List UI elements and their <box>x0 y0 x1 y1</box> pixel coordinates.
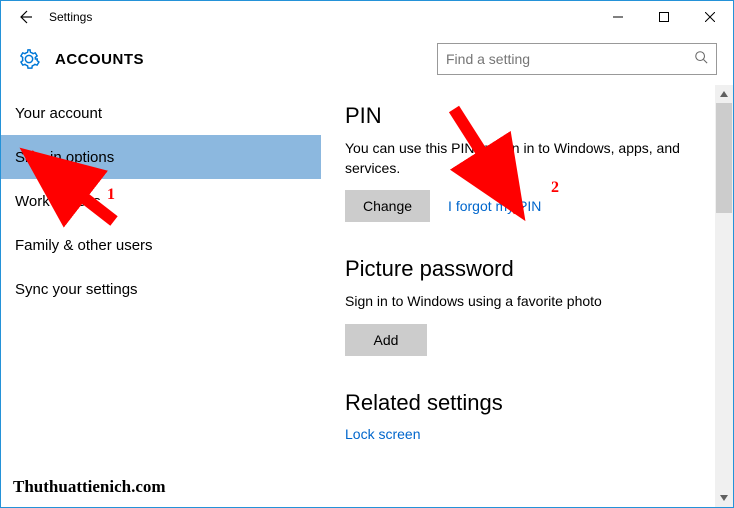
forgot-pin-link[interactable]: I forgot my PIN <box>448 198 541 214</box>
watermark: Thuthuattienich.com <box>13 477 166 497</box>
pin-description: You can use this PIN to sign in to Windo… <box>345 139 703 178</box>
sidebar-item-your-account[interactable]: Your account <box>1 91 321 135</box>
sidebar-item-label: Your account <box>15 105 102 122</box>
sidebar-item-label: Sign-in options <box>15 149 114 166</box>
related-settings-section: Related settings Lock screen <box>345 390 703 442</box>
scrollbar-down-arrow[interactable] <box>716 490 732 506</box>
lock-screen-link[interactable]: Lock screen <box>345 426 420 442</box>
sidebar-item-label: Family & other users <box>15 237 153 254</box>
scrollbar-thumb[interactable] <box>716 103 732 213</box>
content-pane: PIN You can use this PIN to sign in to W… <box>321 85 733 507</box>
maximize-button[interactable] <box>641 1 687 33</box>
scrollbar-track[interactable] <box>716 103 732 489</box>
gear-icon <box>17 47 41 71</box>
picture-password-heading: Picture password <box>345 256 703 282</box>
pin-section: PIN You can use this PIN to sign in to W… <box>345 103 703 222</box>
scrollbar-up-arrow[interactable] <box>716 86 732 102</box>
sidebar-item-label: Sync your settings <box>15 281 138 298</box>
picture-password-section: Picture password Sign in to Windows usin… <box>345 256 703 356</box>
sidebar-item-work-access[interactable]: Work access <box>1 179 321 223</box>
sidebar-item-sync-your-settings[interactable]: Sync your settings <box>1 267 321 311</box>
category-title: ACCOUNTS <box>55 51 144 68</box>
scrollbar[interactable] <box>715 85 733 507</box>
header: ACCOUNTS <box>1 33 733 85</box>
window-title: Settings <box>49 10 92 24</box>
close-button[interactable] <box>687 1 733 33</box>
sidebar-item-sign-in-options[interactable]: Sign-in options <box>1 135 321 179</box>
sidebar: Your account Sign-in options Work access… <box>1 85 321 507</box>
add-button[interactable]: Add <box>345 324 427 356</box>
sidebar-item-label: Work access <box>15 193 101 210</box>
related-settings-heading: Related settings <box>345 390 703 416</box>
minimize-button[interactable] <box>595 1 641 33</box>
picture-password-description: Sign in to Windows using a favorite phot… <box>345 292 703 312</box>
titlebar: Settings <box>1 1 733 33</box>
change-button[interactable]: Change <box>345 190 430 222</box>
sidebar-item-family-other-users[interactable]: Family & other users <box>1 223 321 267</box>
search-box[interactable] <box>437 43 717 75</box>
back-button[interactable] <box>9 1 41 33</box>
search-input[interactable] <box>446 51 694 67</box>
search-icon <box>694 50 708 69</box>
pin-heading: PIN <box>345 103 703 129</box>
